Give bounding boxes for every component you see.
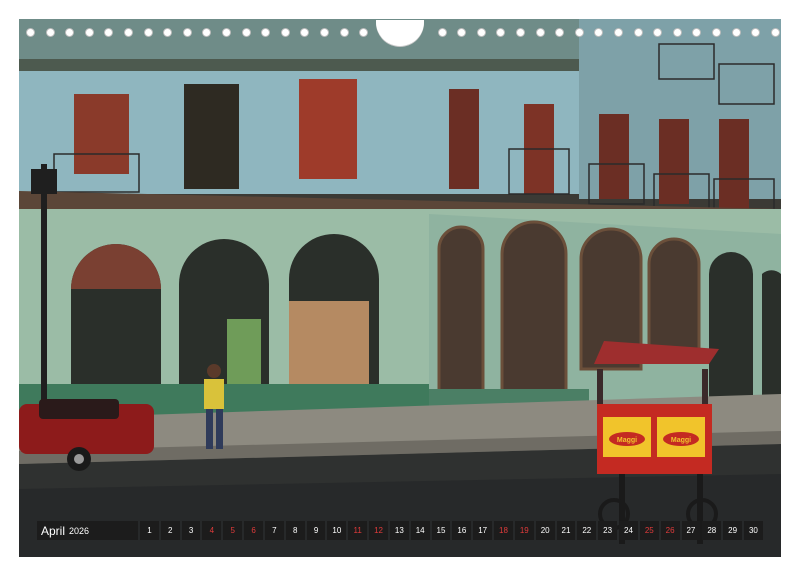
upper-window bbox=[184, 84, 239, 189]
month-label: April 2026 bbox=[37, 521, 138, 540]
binding-hole bbox=[45, 28, 55, 37]
calendar-day: 7 bbox=[264, 521, 284, 540]
binding-hole bbox=[633, 28, 643, 37]
binding-hole bbox=[320, 28, 329, 37]
street-scene: Maggi Maggi bbox=[19, 19, 781, 557]
calendar-day: 16 bbox=[452, 521, 472, 540]
maggi-sign-left: Maggi bbox=[617, 437, 637, 444]
calendar-strip: April 2026 1 2 3 4 5 6 7 8 9 10 11 12 13 14 15 16 17 18 19… bbox=[37, 521, 763, 540]
binding-hole bbox=[300, 28, 310, 37]
calendar-day: 6 bbox=[244, 521, 263, 540]
binding-hole bbox=[731, 28, 741, 37]
binding-hole bbox=[594, 28, 604, 37]
street-lamp bbox=[41, 164, 47, 404]
day-cells: 1 2 3 4 5 6 7 8 9 10 11 12 13 14 15 16 17 18 19 20 21 22 23 24 2… bbox=[140, 521, 763, 540]
calendar-day: 28 bbox=[702, 521, 722, 540]
binding-hole bbox=[516, 28, 525, 37]
binding-hole bbox=[163, 28, 173, 37]
binding-hole bbox=[339, 28, 349, 37]
calendar-day: 8 bbox=[285, 521, 305, 540]
calendar-day: 19 bbox=[514, 521, 534, 540]
calendar-day: 30 bbox=[744, 521, 763, 540]
binding-hole bbox=[770, 28, 780, 37]
binding-hole bbox=[104, 28, 114, 37]
calendar-day: 2 bbox=[160, 521, 180, 540]
binding-hole bbox=[653, 28, 663, 37]
calendar-day: 26 bbox=[660, 521, 680, 540]
calendar-day: 10 bbox=[327, 521, 347, 540]
binding-hole bbox=[496, 28, 506, 37]
calendar-day: 11 bbox=[348, 521, 368, 540]
binding-hole bbox=[692, 28, 702, 37]
binding-hole bbox=[457, 28, 467, 37]
binding-hole bbox=[712, 28, 721, 37]
calendar-day: 17 bbox=[473, 521, 493, 540]
calendar-day: 23 bbox=[598, 521, 618, 540]
calendar-day: 5 bbox=[223, 521, 243, 540]
calendar-day: 29 bbox=[723, 521, 743, 540]
calendar-day: 21 bbox=[556, 521, 576, 540]
calendar-day: 3 bbox=[181, 521, 201, 540]
maggi-sign-right: Maggi bbox=[671, 437, 691, 444]
binding-hole bbox=[222, 28, 231, 37]
street-photo: Maggi Maggi bbox=[19, 19, 781, 557]
calendar-day: 12 bbox=[369, 521, 388, 540]
calendar-day: 9 bbox=[306, 521, 326, 540]
binding-hole bbox=[359, 28, 369, 37]
binding-hole bbox=[65, 28, 75, 37]
calendar-day: 1 bbox=[140, 521, 159, 540]
binding-hole bbox=[751, 28, 761, 37]
month-year: 2026 bbox=[69, 525, 90, 536]
binding-hole bbox=[574, 28, 584, 37]
calendar-day: 20 bbox=[535, 521, 555, 540]
binding-hole bbox=[672, 28, 682, 37]
calendar-day: 15 bbox=[431, 521, 451, 540]
binding-hole bbox=[202, 28, 212, 37]
binding-hole bbox=[535, 28, 545, 37]
calendar-day: 14 bbox=[410, 521, 430, 540]
calendar-day: 4 bbox=[202, 521, 222, 540]
binding-hole bbox=[437, 28, 447, 37]
binding-hole bbox=[241, 28, 251, 37]
binding-hole bbox=[280, 28, 290, 37]
binding-hole bbox=[143, 28, 153, 37]
binding-hole bbox=[614, 28, 623, 37]
binding-hole bbox=[261, 28, 271, 37]
calendar-day: 24 bbox=[619, 521, 638, 540]
calendar-day: 22 bbox=[577, 521, 597, 540]
binding-hole bbox=[555, 28, 565, 37]
binding-hole bbox=[476, 28, 486, 37]
calendar-day: 27 bbox=[681, 521, 701, 540]
binding-hole bbox=[26, 28, 35, 37]
binding-hole bbox=[124, 28, 133, 37]
month-name: April bbox=[41, 523, 66, 538]
calendar-day: 18 bbox=[494, 521, 513, 540]
upper-window bbox=[74, 94, 129, 174]
binding-hole bbox=[84, 28, 94, 37]
upper-window bbox=[299, 79, 357, 179]
calendar-day: 25 bbox=[639, 521, 659, 540]
calendar-day: 13 bbox=[389, 521, 409, 540]
binding-hole bbox=[182, 28, 192, 37]
calendar-page: Maggi Maggi April 2026 1 2 3 4 5 6 7 8 9 10 11 12 13… bbox=[0, 0, 800, 577]
